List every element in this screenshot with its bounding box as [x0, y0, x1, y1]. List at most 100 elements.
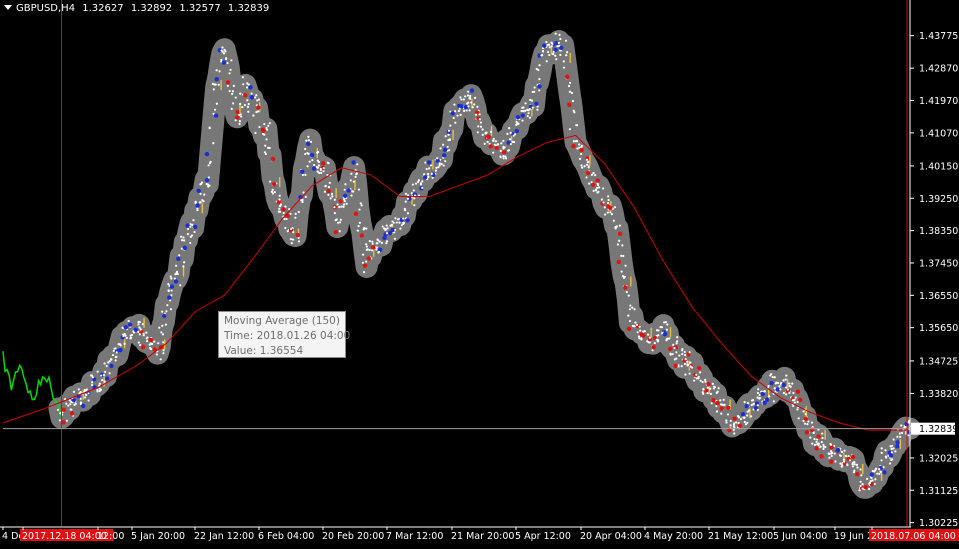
- down-marker: [486, 134, 491, 139]
- price-dot: [110, 358, 113, 361]
- price-dot: [381, 225, 384, 228]
- price-dot: [166, 304, 169, 307]
- price-dot: [213, 108, 217, 111]
- price-dot: [467, 101, 470, 104]
- price-dot: [878, 468, 881, 471]
- price-dot: [222, 52, 226, 55]
- price-dot: [587, 166, 590, 169]
- price-dot: [301, 198, 304, 201]
- price-dot: [878, 472, 881, 476]
- price-dot: [390, 223, 394, 226]
- price-dot: [212, 88, 215, 91]
- price-dot: [239, 113, 242, 116]
- price-dot: [492, 151, 495, 154]
- price-dot: [240, 115, 243, 118]
- price-dot: [871, 470, 874, 473]
- price-dot: [393, 237, 396, 240]
- price-dot: [137, 323, 140, 326]
- up-marker: [221, 60, 227, 65]
- price-dot: [648, 336, 651, 339]
- x-tick-label: 6 Feb 04:00: [258, 531, 314, 542]
- price-dot: [640, 338, 643, 341]
- price-dot: [247, 110, 250, 113]
- price-dot: [162, 341, 165, 344]
- price-dot: [196, 209, 199, 212]
- price-dot: [253, 96, 257, 99]
- price-dot: [224, 50, 227, 53]
- price-dot: [880, 451, 883, 454]
- price-dot: [528, 116, 532, 119]
- price-dot: [192, 219, 195, 222]
- price-dot: [585, 158, 589, 161]
- price-dot: [103, 380, 106, 383]
- price-dot: [782, 391, 786, 395]
- price-dot: [366, 248, 369, 251]
- price-dot: [316, 166, 319, 169]
- down-marker: [616, 259, 621, 265]
- price-dot: [359, 202, 362, 205]
- price-dot: [207, 185, 210, 188]
- price-dot: [238, 122, 241, 125]
- price-dot: [507, 149, 510, 152]
- y-tick-label: 1.36550: [919, 291, 958, 302]
- price-dot: [247, 102, 250, 106]
- price-dot: [874, 478, 877, 481]
- price-dot: [726, 413, 730, 416]
- price-dot: [506, 132, 509, 135]
- price-dot: [306, 165, 309, 168]
- price-dot: [785, 386, 788, 389]
- up-marker: [173, 279, 179, 284]
- price-dot: [900, 424, 903, 427]
- price-dot: [746, 402, 750, 405]
- price-dot: [417, 179, 420, 182]
- price-dot: [283, 217, 286, 221]
- price-dot: [65, 419, 68, 422]
- x-tick-label: 12:00: [97, 531, 124, 542]
- down-marker: [565, 74, 570, 80]
- price-dot: [592, 171, 595, 175]
- down-marker: [359, 233, 364, 238]
- price-dot: [616, 243, 620, 246]
- chevron-down-icon[interactable]: [4, 4, 12, 10]
- price-dot: [226, 84, 229, 88]
- price-dot: [145, 331, 148, 334]
- price-dot: [231, 90, 234, 93]
- price-dot: [304, 147, 307, 151]
- price-dot: [565, 54, 568, 57]
- price-dot: [427, 175, 430, 179]
- price-dot: [206, 183, 210, 186]
- price-dot: [628, 320, 632, 323]
- price-dot: [697, 377, 700, 380]
- price-dot: [578, 157, 582, 160]
- price-dot: [547, 50, 550, 54]
- price-dot: [874, 469, 877, 472]
- price-dot: [423, 173, 426, 176]
- up-marker: [192, 224, 198, 230]
- price-dot: [108, 372, 111, 375]
- price-dot: [613, 206, 617, 209]
- price-dot: [550, 41, 553, 44]
- price-dot: [426, 172, 430, 176]
- price-dot: [528, 107, 531, 111]
- price-dot: [308, 160, 311, 163]
- price-dot: [350, 194, 353, 197]
- down-marker: [715, 400, 720, 406]
- price-dot: [529, 98, 532, 101]
- price-dot: [130, 333, 134, 337]
- price-dot: [252, 114, 255, 117]
- price-dot: [74, 402, 77, 405]
- down-marker: [725, 405, 731, 410]
- price-chart[interactable]: 1.43775 1.42870 1.41970 1.41070 1.40150 1.392…: [0, 0, 959, 549]
- price-dot: [470, 101, 473, 104]
- price-dot: [853, 469, 856, 472]
- up-marker: [195, 203, 200, 208]
- price-dot: [890, 451, 893, 454]
- price-dot: [481, 133, 484, 136]
- price-dot: [456, 114, 459, 117]
- up-marker: [123, 325, 129, 330]
- price-dot: [355, 172, 358, 175]
- price-dot: [56, 408, 60, 412]
- price-dot: [748, 409, 751, 412]
- price-dot: [246, 86, 249, 89]
- price-dot: [628, 308, 631, 311]
